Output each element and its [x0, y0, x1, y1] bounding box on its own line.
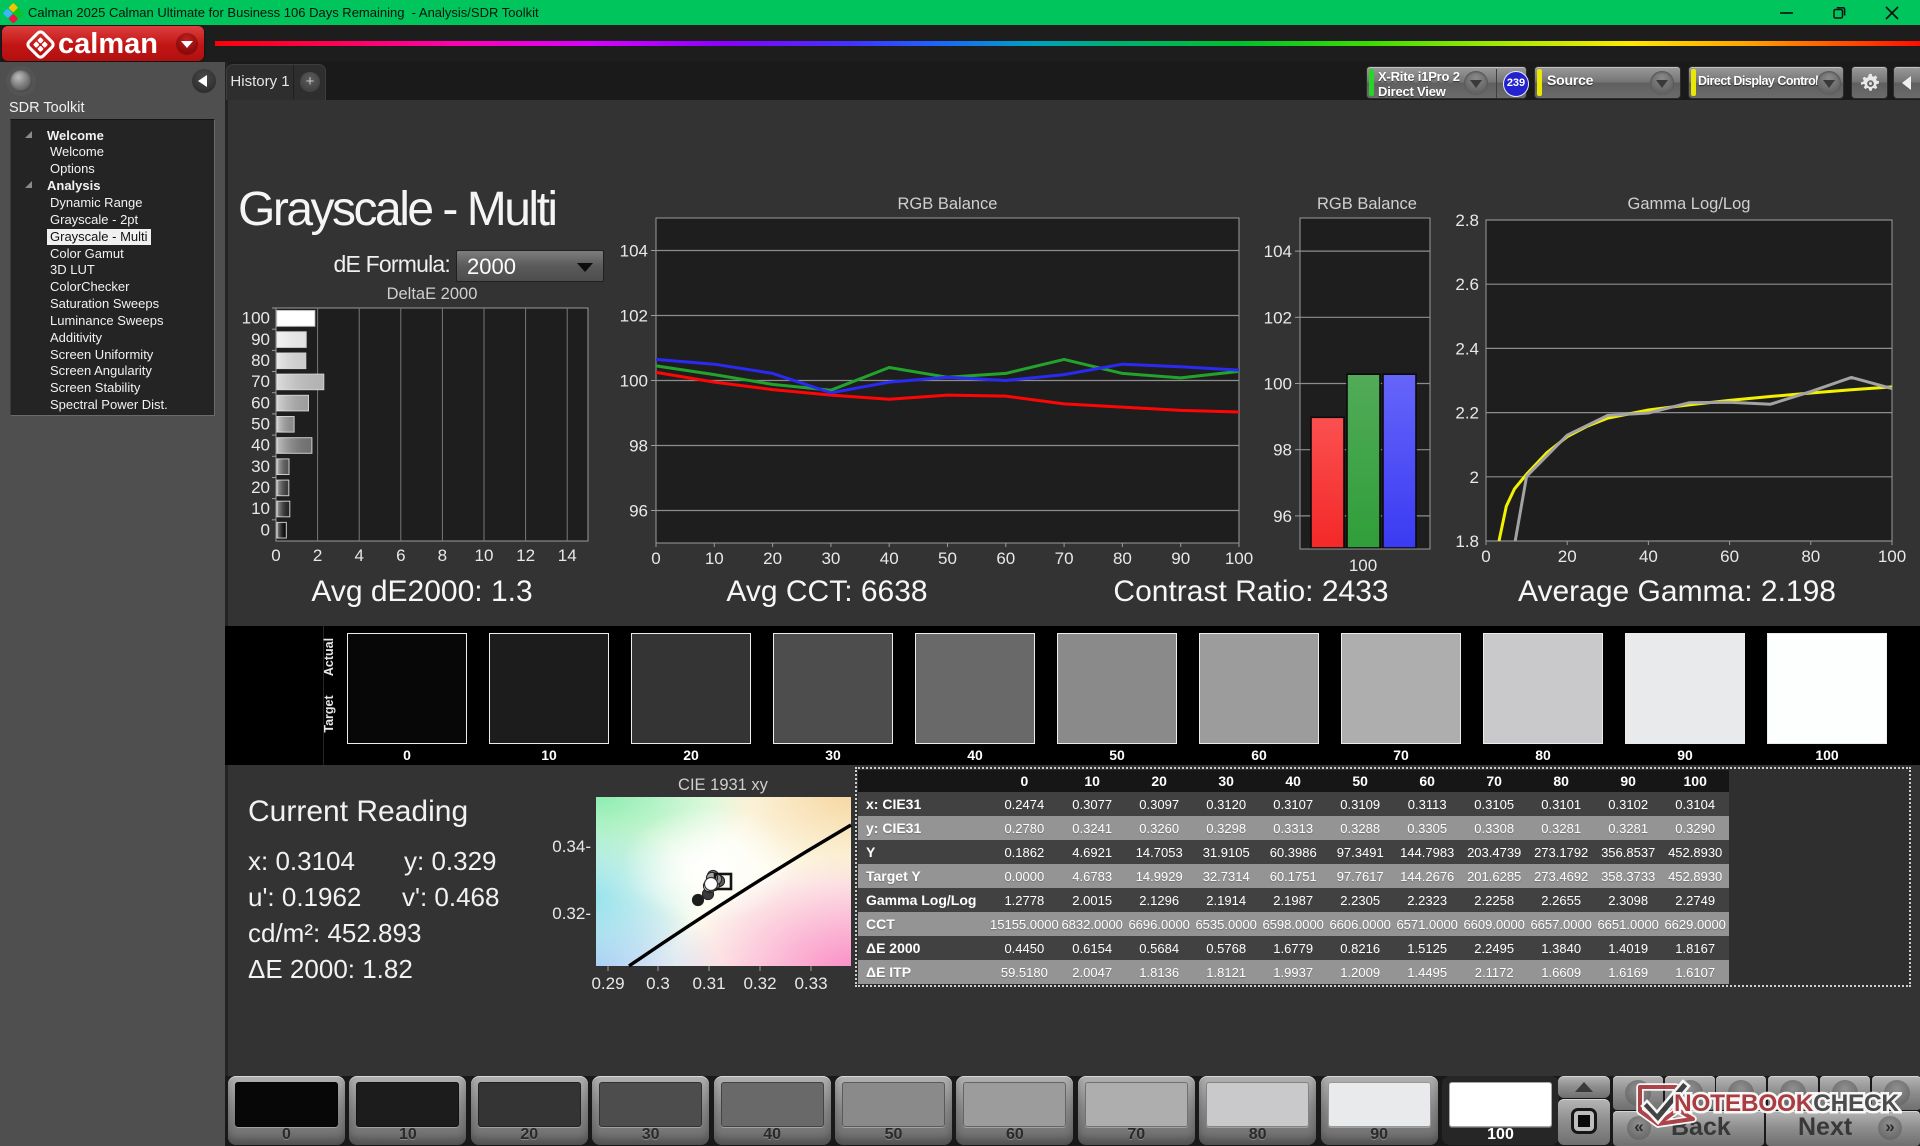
svg-text:2: 2	[313, 546, 322, 565]
svg-text:30: 30	[821, 549, 840, 568]
svg-text:RGB Balance: RGB Balance	[1317, 195, 1417, 213]
svg-text:CIE 1931 xy: CIE 1931 xy	[678, 778, 769, 794]
svg-text:102: 102	[1264, 308, 1292, 327]
svg-text:50: 50	[251, 415, 270, 434]
svg-text:70: 70	[251, 372, 270, 391]
svg-text:2.6: 2.6	[1455, 275, 1479, 294]
svg-text:96: 96	[1273, 507, 1292, 526]
svg-text:0.32: 0.32	[743, 974, 776, 993]
svg-text:8: 8	[438, 546, 447, 565]
svg-text:10: 10	[475, 546, 494, 565]
svg-text:100: 100	[1264, 375, 1292, 394]
svg-text:100: 100	[620, 372, 648, 391]
svg-text:10: 10	[705, 549, 724, 568]
svg-text:20: 20	[763, 549, 782, 568]
svg-text:102: 102	[620, 307, 648, 326]
svg-text:100: 100	[1225, 549, 1253, 568]
svg-text:DeltaE 2000: DeltaE 2000	[387, 285, 478, 303]
svg-text:50: 50	[938, 549, 957, 568]
svg-text:98: 98	[1273, 441, 1292, 460]
svg-text:14: 14	[558, 546, 577, 565]
svg-text:10: 10	[251, 499, 270, 518]
svg-text:1.8: 1.8	[1455, 532, 1479, 551]
svg-text:40: 40	[251, 436, 270, 455]
svg-text:0: 0	[261, 520, 270, 539]
svg-text:30: 30	[251, 457, 270, 476]
svg-text:60: 60	[996, 549, 1015, 568]
svg-text:20: 20	[251, 478, 270, 497]
svg-text:0: 0	[271, 546, 280, 565]
svg-text:80: 80	[1801, 547, 1820, 566]
svg-text:60: 60	[1720, 547, 1739, 566]
svg-text:0: 0	[1481, 547, 1490, 566]
svg-text:104: 104	[1264, 242, 1292, 261]
svg-text:2.4: 2.4	[1455, 339, 1479, 358]
svg-text:6: 6	[396, 546, 405, 565]
svg-text:12: 12	[516, 546, 535, 565]
svg-text:100: 100	[1878, 547, 1906, 566]
svg-text:100: 100	[242, 309, 270, 328]
svg-text:0.3: 0.3	[646, 974, 670, 993]
svg-text:96: 96	[629, 502, 648, 521]
svg-text:104: 104	[620, 242, 648, 261]
svg-text:80: 80	[251, 351, 270, 370]
svg-text:40: 40	[1639, 547, 1658, 566]
svg-text:RGB Balance: RGB Balance	[898, 195, 998, 213]
svg-text:0.34-: 0.34-	[552, 837, 591, 856]
svg-text:2: 2	[1470, 468, 1479, 487]
svg-text:0.33: 0.33	[794, 974, 827, 993]
svg-text:60: 60	[251, 393, 270, 412]
svg-text:98: 98	[629, 437, 648, 456]
svg-text:0.29: 0.29	[591, 974, 624, 993]
svg-text:90: 90	[251, 330, 270, 349]
svg-text:2.2: 2.2	[1455, 404, 1479, 423]
svg-text:90: 90	[1171, 549, 1190, 568]
svg-text:0: 0	[651, 549, 660, 568]
svg-text:100: 100	[1349, 556, 1377, 575]
svg-text:20: 20	[1558, 547, 1577, 566]
svg-text:0.32-: 0.32-	[552, 904, 591, 923]
svg-text:Gamma Log/Log: Gamma Log/Log	[1628, 195, 1751, 213]
svg-text:80: 80	[1113, 549, 1132, 568]
svg-text:70: 70	[1055, 549, 1074, 568]
svg-text:4: 4	[354, 546, 363, 565]
svg-text:0.31: 0.31	[692, 974, 725, 993]
svg-text:2.8: 2.8	[1455, 211, 1479, 230]
svg-text:40: 40	[880, 549, 899, 568]
